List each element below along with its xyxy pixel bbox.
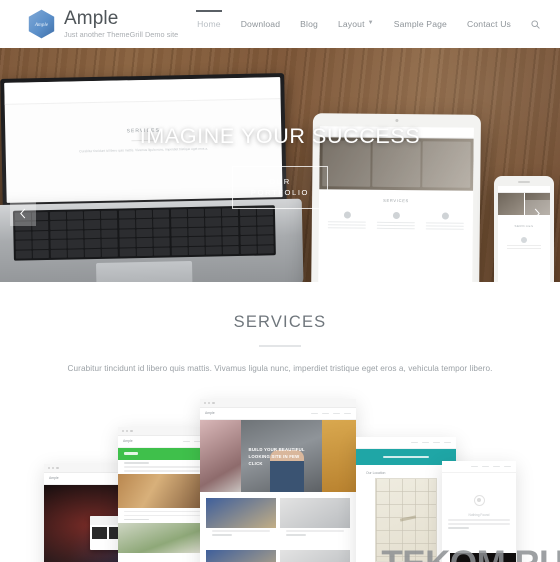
nav-item-download[interactable]: Download: [231, 0, 290, 48]
main-navigation: Home Download Blog Layout ▼ Sample Page …: [187, 0, 546, 48]
chevron-left-icon: [20, 208, 26, 218]
chevron-right-icon: [534, 208, 540, 218]
nav-item-blog[interactable]: Blog: [290, 0, 328, 48]
svg-text:Ample: Ample: [34, 22, 49, 28]
nav-item-label: Sample Page: [393, 19, 447, 29]
section-divider: [259, 345, 301, 347]
laptop-keyboard: [12, 205, 276, 261]
chevron-down-icon: ▼: [367, 20, 374, 26]
mockup-empty-text: Nothing Found: [468, 512, 490, 517]
services-mockup-collage: Ample Ample Ample BUILD YOUR BEAUTIFUL L…: [0, 391, 560, 562]
our-portfolio-button[interactable]: OUR PORTFOLIO: [231, 165, 329, 210]
mockup-window-green: Ample: [118, 426, 206, 562]
nav-item-label: Download: [240, 19, 281, 29]
services-description: Curabitur tincidunt id libero quis matti…: [67, 363, 493, 373]
services-title: SERVICES: [233, 313, 327, 331]
nav-item-layout[interactable]: Layout ▼: [328, 0, 384, 48]
laptop-screen-text: Curabitur tincidunt id libero quis matti…: [79, 146, 209, 154]
phone-mockup-image: SERVICES: [494, 176, 554, 282]
mockup-window-center: Ample BUILD YOUR BEAUTIFUL LOOKING SITE …: [200, 398, 356, 562]
nav-item-label: Home: [197, 19, 221, 29]
mockup-brand-label: Ample: [123, 439, 133, 444]
nav-item-label: Layout: [337, 19, 365, 29]
nav-item-contact-us[interactable]: Contact Us: [457, 0, 521, 48]
slider-prev-button[interactable]: [10, 200, 36, 226]
nav-item-home[interactable]: Home: [187, 0, 231, 48]
laptop-screen-heading: SERVICES: [126, 127, 160, 135]
site-header: Ample Ample Just another ThemeGrill Demo…: [0, 0, 560, 48]
mockup-window-right: Nothing Found: [442, 460, 516, 562]
hexagon-logo-icon: Ample: [28, 9, 55, 39]
tablet-mockup-image: SERVICES: [311, 113, 481, 282]
services-section: SERVICES Curabitur tincidunt id libero q…: [0, 282, 560, 375]
mockup-map-title: Our Location: [366, 470, 386, 475]
mockup-brand-label: Ample: [205, 411, 215, 416]
nav-item-sample-page[interactable]: Sample Page: [384, 0, 457, 48]
hero-button-line2: PORTFOLIO: [250, 188, 310, 198]
search-icon[interactable]: [521, 0, 546, 48]
hero-slider: SERVICES Curabitur tincidunt id libero q…: [0, 48, 560, 282]
nav-item-label: Contact Us: [466, 19, 511, 29]
nav-item-label: Blog: [300, 19, 318, 29]
empty-state-icon: [473, 494, 485, 506]
brand[interactable]: Ample Ample Just another ThemeGrill Demo…: [28, 9, 178, 39]
site-tagline: Just another ThemeGrill Demo site: [64, 30, 179, 40]
mockup-window-map: Our Location: [356, 436, 456, 562]
mockup-hero-text: BUILD YOUR BEAUTIFUL LOOKING SITE IN FEW…: [248, 446, 305, 467]
page-title: Ample: [64, 8, 119, 30]
map-image: [375, 477, 437, 562]
mockup-brand-label: Ample: [49, 476, 59, 481]
hero-button-line1: OUR: [269, 176, 291, 186]
slider-next-button[interactable]: [524, 200, 550, 226]
tablet-screen-heading: SERVICES: [383, 197, 409, 204]
